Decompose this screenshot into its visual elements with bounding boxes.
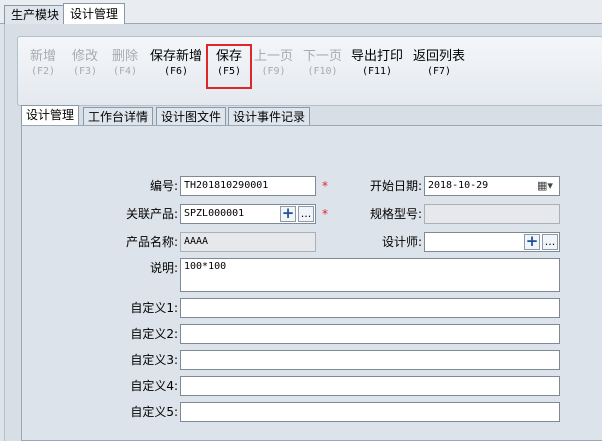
spec-input: [424, 204, 560, 224]
custom4-input[interactable]: [180, 376, 560, 396]
back-to-list-button[interactable]: 返回列表 (F7): [413, 49, 465, 89]
delete-button-shortcut: (F4): [112, 66, 138, 77]
custom1-label: 自定义1:: [130, 301, 178, 315]
code-input[interactable]: TH201810290001: [180, 176, 316, 196]
product-name-label: 产品名称:: [125, 235, 178, 249]
delete-button[interactable]: 删除 (F4): [112, 49, 138, 89]
export-print-button[interactable]: 导出打印 (F11): [351, 49, 403, 89]
save-and-add-button[interactable]: 保存新增 (F6): [150, 49, 202, 89]
custom2-input[interactable]: [180, 324, 560, 344]
module-tab-production[interactable]: 生产模块: [4, 5, 67, 24]
previous-page-button-label: 上一页: [254, 49, 294, 64]
toolbar: 新增 (F2) 修改 (F3) 删除 (F4) 保存新增 (F6) 保存 (F5…: [17, 36, 602, 106]
delete-button-label: 删除: [112, 49, 139, 64]
module-tab-bar: 生产模块 设计管理: [0, 0, 602, 25]
custom2-label: 自定义2:: [130, 327, 178, 341]
custom4-label: 自定义4:: [130, 379, 178, 393]
custom1-input[interactable]: [180, 298, 560, 318]
product-value: SPZL000001: [184, 208, 245, 219]
custom5-label: 自定义5:: [130, 405, 178, 419]
product-required-mark: *: [322, 207, 328, 221]
product-browse-icon[interactable]: ...: [298, 206, 314, 222]
save-button-shortcut: (F5): [216, 66, 242, 77]
product-add-icon[interactable]: +: [280, 206, 296, 222]
design-form: 编号: TH201810290001 * 开始日期: 2018-10-29 ▦▾…: [21, 125, 602, 441]
previous-page-button-shortcut: (F9): [261, 66, 286, 77]
custom5-input[interactable]: [180, 402, 560, 422]
designer-add-icon[interactable]: +: [524, 234, 540, 250]
sub-tab-bar: 设计管理 工作台详情 设计图文件 设计事件记录: [21, 105, 601, 126]
custom3-label: 自定义3:: [130, 353, 178, 367]
save-and-add-button-label: 保存新增: [150, 49, 203, 64]
spec-label: 规格型号:: [369, 207, 422, 221]
calendar-dropdown-icon[interactable]: ▦▾: [534, 177, 556, 195]
tab-design-management[interactable]: 设计管理: [21, 105, 80, 126]
save-and-add-button-shortcut: (F6): [163, 66, 189, 77]
export-print-button-shortcut: (F11): [361, 66, 393, 77]
desc-label: 说明:: [149, 261, 178, 275]
previous-page-button[interactable]: 上一页 (F9): [254, 49, 293, 89]
product-name-input: AAAA: [180, 232, 316, 252]
save-button[interactable]: 保存 (F5): [206, 44, 252, 89]
edit-button-label: 修改: [72, 49, 99, 64]
add-button-label: 新增: [30, 49, 57, 64]
code-required-mark: *: [322, 179, 328, 193]
edit-button[interactable]: 修改 (F3): [72, 49, 98, 89]
edit-button-shortcut: (F3): [72, 66, 98, 77]
designer-browse-icon[interactable]: ...: [542, 234, 558, 250]
desc-textarea[interactable]: 100*100: [180, 258, 560, 292]
product-label: 关联产品:: [125, 207, 178, 221]
add-button[interactable]: 新增 (F2): [30, 49, 56, 89]
designer-label: 设计师:: [381, 235, 422, 249]
start-date-label: 开始日期:: [369, 179, 422, 193]
export-print-button-label: 导出打印: [351, 49, 404, 64]
module-tab-design-management[interactable]: 设计管理: [63, 3, 126, 25]
back-to-list-button-label: 返回列表: [413, 49, 466, 64]
start-date-value: 2018-10-29: [428, 180, 489, 191]
save-button-label: 保存: [215, 49, 242, 64]
next-page-button-shortcut: (F10): [307, 66, 338, 77]
next-page-button-label: 下一页: [303, 49, 343, 64]
code-label: 编号:: [149, 179, 178, 193]
tab-design-event-log[interactable]: 设计事件记录: [228, 107, 311, 126]
main-panel: 新增 (F2) 修改 (F3) 删除 (F4) 保存新增 (F6) 保存 (F5…: [4, 24, 602, 441]
custom3-input[interactable]: [180, 350, 560, 370]
tab-design-drawings[interactable]: 设计图文件: [156, 107, 227, 126]
add-button-shortcut: (F2): [30, 66, 56, 77]
next-page-button[interactable]: 下一页 (F10): [303, 49, 342, 89]
back-to-list-button-shortcut: (F7): [426, 66, 452, 77]
tab-workbench-details[interactable]: 工作台详情: [83, 107, 154, 126]
